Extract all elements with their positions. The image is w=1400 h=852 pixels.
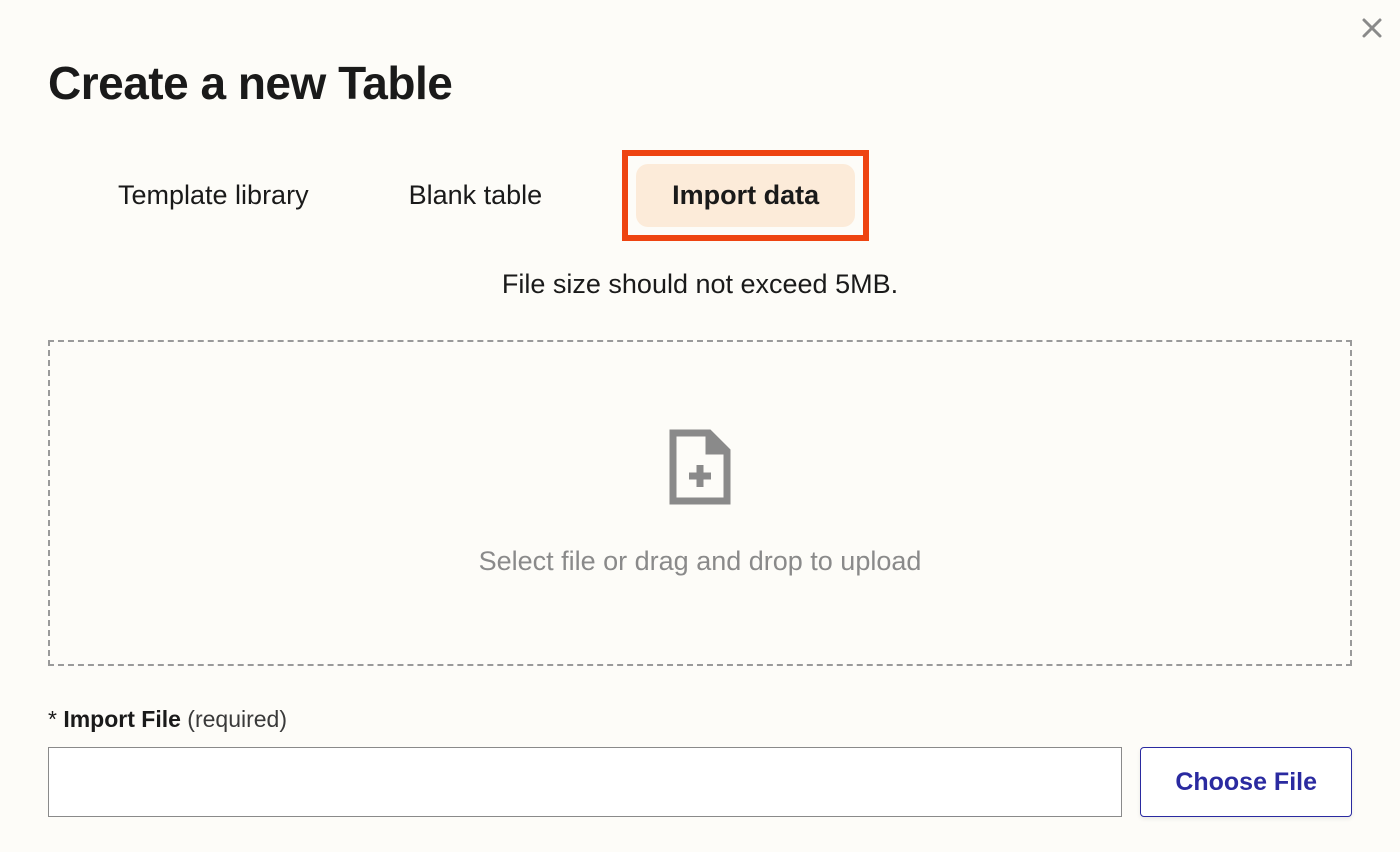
dropzone-text: Select file or drag and drop to upload xyxy=(479,546,922,577)
tab-import-data[interactable]: Import data xyxy=(636,164,855,227)
file-dropzone[interactable]: Select file or drag and drop to upload xyxy=(48,340,1352,666)
choose-file-button[interactable]: Choose File xyxy=(1140,747,1352,817)
tab-blank-table[interactable]: Blank table xyxy=(389,166,563,225)
page-title: Create a new Table xyxy=(48,56,1352,110)
modal-container: Create a new Table Template library Blan… xyxy=(0,0,1400,817)
required-text: (required) xyxy=(187,706,287,732)
close-icon xyxy=(1360,16,1384,40)
tab-template-library[interactable]: Template library xyxy=(98,166,329,225)
import-file-label: * Import File (required) xyxy=(48,706,1352,733)
close-button[interactable] xyxy=(1356,12,1388,44)
tabs-row: Template library Blank table Import data xyxy=(48,150,1352,241)
field-label-text: Import File xyxy=(63,706,181,732)
file-add-icon xyxy=(669,429,731,510)
required-asterisk: * xyxy=(48,706,57,732)
tab-highlight-box: Import data xyxy=(622,150,869,241)
file-input-row: Choose File xyxy=(48,747,1352,817)
import-file-input[interactable] xyxy=(48,747,1122,817)
file-size-hint: File size should not exceed 5MB. xyxy=(48,269,1352,300)
